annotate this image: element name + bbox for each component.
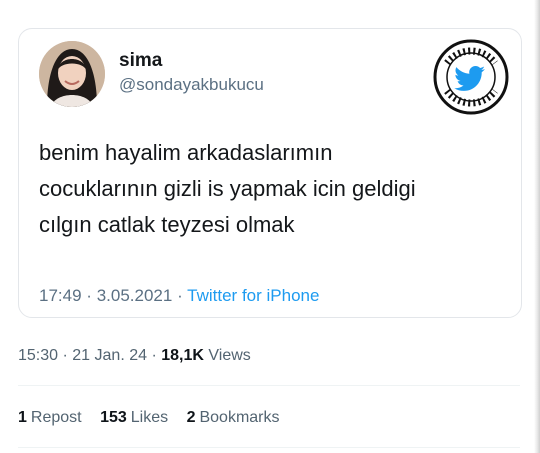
separator: · — [177, 286, 183, 305]
user-handle[interactable]: @sondayakbukucu — [119, 75, 264, 95]
likes-count: 153 — [100, 409, 127, 426]
display-name[interactable]: sima — [119, 50, 162, 72]
separator: · — [62, 347, 68, 364]
divider — [18, 385, 520, 386]
page: sima @sondayakbukucu benim hayalim arkad… — [0, 0, 540, 453]
bookmarks-label: Bookmarks — [199, 409, 280, 426]
views-count: 18,1K — [161, 347, 204, 364]
tweet-text: benim hayalim arkadaslarımın cocuklarını… — [39, 135, 509, 243]
avatar[interactable] — [39, 41, 105, 107]
views-label: Views — [208, 347, 251, 364]
separator: · — [86, 286, 92, 305]
tweet-line: cocuklarının gizli is yapmak icin geldig… — [39, 176, 416, 201]
post-time[interactable]: 15:30 — [18, 347, 58, 364]
tweet-source-link[interactable]: Twitter for iPhone — [187, 286, 319, 305]
separator: · — [151, 347, 157, 364]
engagement-stats: 1 Repost 153 Likes 2 Bookmarks — [18, 409, 294, 427]
post-timestamp: 15:30 · 21 Jan. 24 · 18,1K Views — [18, 347, 251, 365]
reposts-stat[interactable]: 1 Repost — [18, 409, 82, 427]
reposts-count: 1 — [18, 409, 27, 426]
post-date[interactable]: 21 Jan. 24 — [72, 347, 147, 364]
tweet-line: benim hayalim arkadaslarımın — [39, 140, 333, 165]
bookmarks-count: 2 — [186, 409, 196, 426]
tweetler-badge — [433, 39, 509, 115]
scrollbar[interactable] — [534, 0, 540, 453]
tweet-time: 17:49 — [39, 286, 82, 305]
tweet-line: cılgın catlak teyzesi olmak — [39, 212, 295, 237]
bookmarks-stat[interactable]: 2 Bookmarks — [187, 409, 280, 427]
likes-label: Likes — [130, 409, 169, 426]
divider — [18, 447, 520, 448]
quoted-tweet-card[interactable]: sima @sondayakbukucu benim hayalim arkad… — [18, 28, 522, 318]
tweet-date: 3.05.2021 — [96, 286, 173, 305]
tweet-timestamp: 17:49 · 3.05.2021 · Twitter for iPhone — [39, 286, 319, 306]
reposts-label: Repost — [30, 409, 82, 426]
likes-stat[interactable]: 153 Likes — [100, 409, 168, 427]
